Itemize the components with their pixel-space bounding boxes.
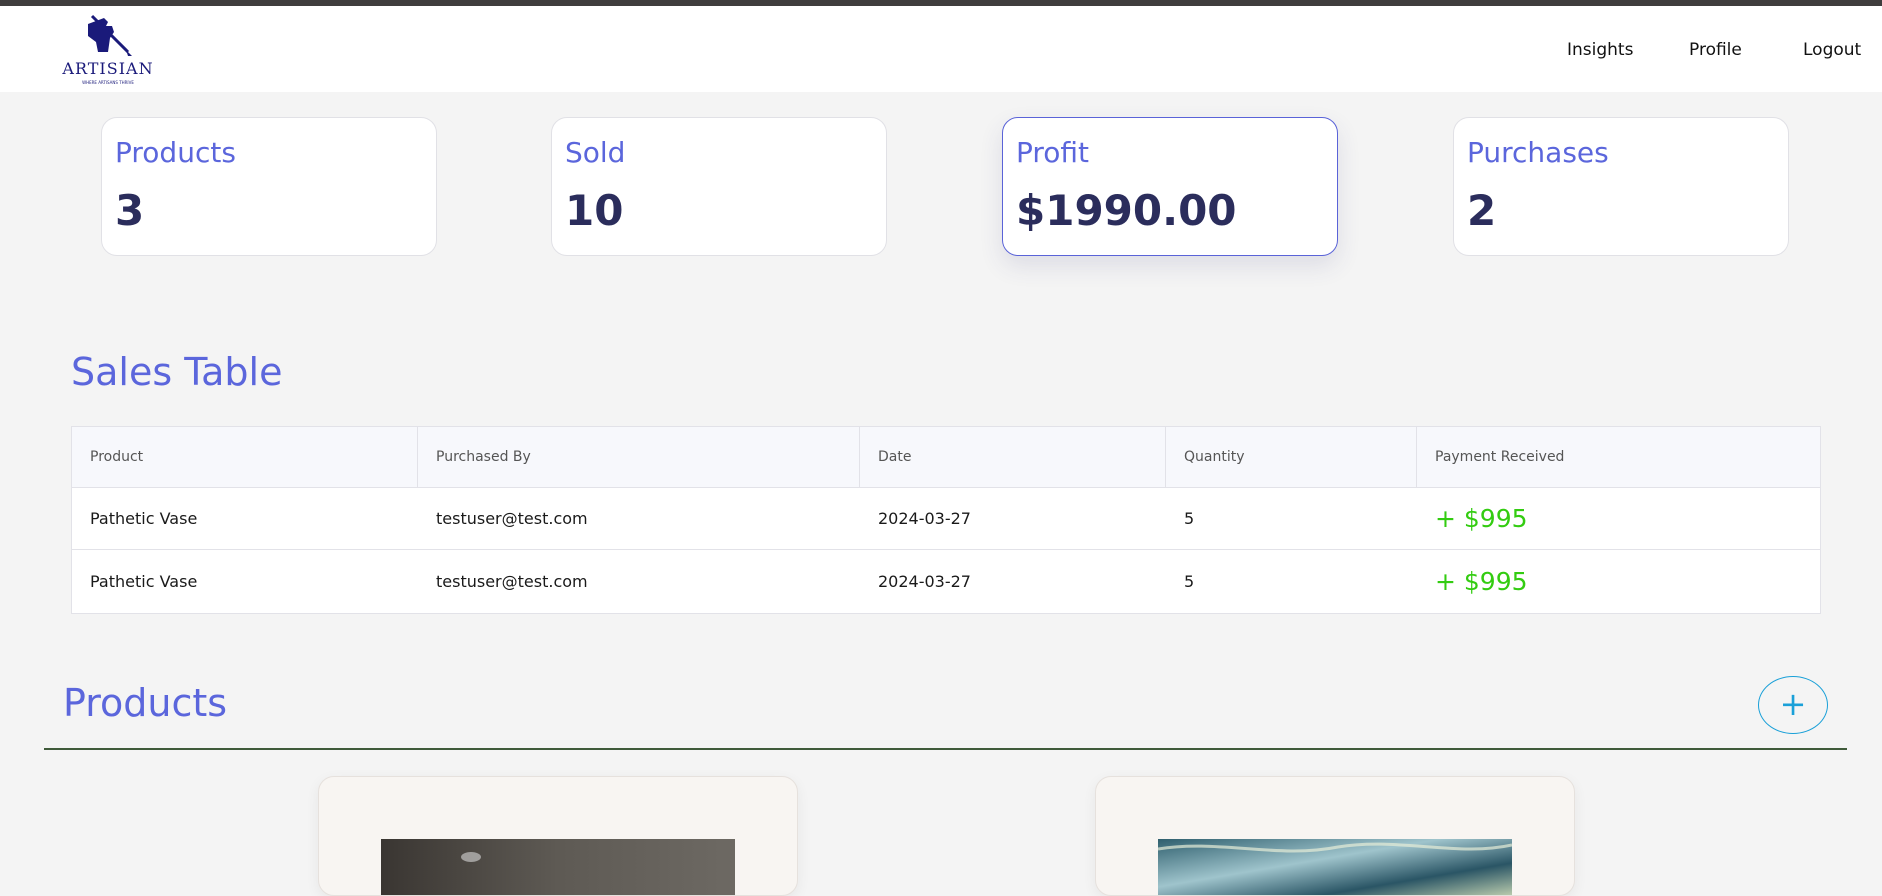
table-header: Product Purchased By Date Quantity Payme…: [72, 427, 1820, 488]
column-header-payment-received: Payment Received: [1435, 449, 1565, 465]
stat-label: Profit: [1016, 136, 1090, 169]
logo-tagline: WHERE ARTISANS THRIVE: [82, 80, 134, 85]
sales-table-title: Sales Table: [71, 350, 283, 394]
cell-quantity: 5: [1184, 572, 1195, 591]
cell-product: Pathetic Vase: [90, 572, 198, 591]
stat-value: 3: [115, 186, 145, 235]
stat-card-purchases[interactable]: Purchases 2: [1453, 117, 1789, 256]
cell-date: 2024-03-27: [878, 509, 971, 528]
stat-label: Sold: [565, 136, 626, 169]
add-product-button[interactable]: +: [1758, 676, 1828, 734]
nav-logout[interactable]: Logout: [1803, 40, 1861, 60]
nav-insights[interactable]: Insights: [1567, 40, 1633, 60]
stat-value: 2: [1467, 186, 1497, 235]
stat-card-products[interactable]: Products 3: [101, 117, 437, 256]
section-divider: [44, 748, 1847, 750]
table-row[interactable]: Pathetic Vase testuser@test.com 2024-03-…: [72, 550, 1820, 613]
stat-card-sold[interactable]: Sold 10: [551, 117, 887, 256]
table-row[interactable]: Pathetic Vase testuser@test.com 2024-03-…: [72, 487, 1820, 550]
product-card[interactable]: [1095, 776, 1575, 896]
cell-date: 2024-03-27: [878, 572, 971, 591]
stat-value: 10: [565, 186, 624, 235]
cell-purchased-by: testuser@test.com: [436, 509, 588, 528]
product-image: [1158, 839, 1512, 895]
product-image: [381, 839, 735, 895]
cell-purchased-by: testuser@test.com: [436, 572, 588, 591]
brand-logo[interactable]: ARTISIAN WHERE ARTISANS THRIVE: [58, 12, 158, 92]
logo-wordmark: ARTISIAN: [62, 59, 154, 78]
stat-card-profit[interactable]: Profit $1990.00: [1002, 117, 1338, 256]
sales-table: Product Purchased By Date Quantity Payme…: [71, 426, 1821, 614]
column-header-date: Date: [860, 427, 1166, 487]
header: ARTISIAN WHERE ARTISANS THRIVE Insights …: [0, 6, 1882, 92]
stat-label: Purchases: [1467, 136, 1609, 169]
nav-profile[interactable]: Profile: [1689, 40, 1742, 60]
stat-value: $1990.00: [1016, 186, 1237, 235]
cell-payment: + $995: [1435, 504, 1528, 533]
products-title: Products: [63, 681, 228, 725]
cell-quantity: 5: [1184, 509, 1195, 528]
stat-label: Products: [115, 136, 236, 169]
fist-pen-icon: [88, 14, 132, 56]
column-header-quantity: Quantity: [1166, 427, 1417, 487]
cell-product: Pathetic Vase: [90, 509, 198, 528]
product-card[interactable]: [318, 776, 798, 896]
column-header-purchased-by: Purchased By: [418, 427, 860, 487]
column-header-product: Product: [72, 427, 418, 487]
cell-payment: + $995: [1435, 567, 1528, 596]
